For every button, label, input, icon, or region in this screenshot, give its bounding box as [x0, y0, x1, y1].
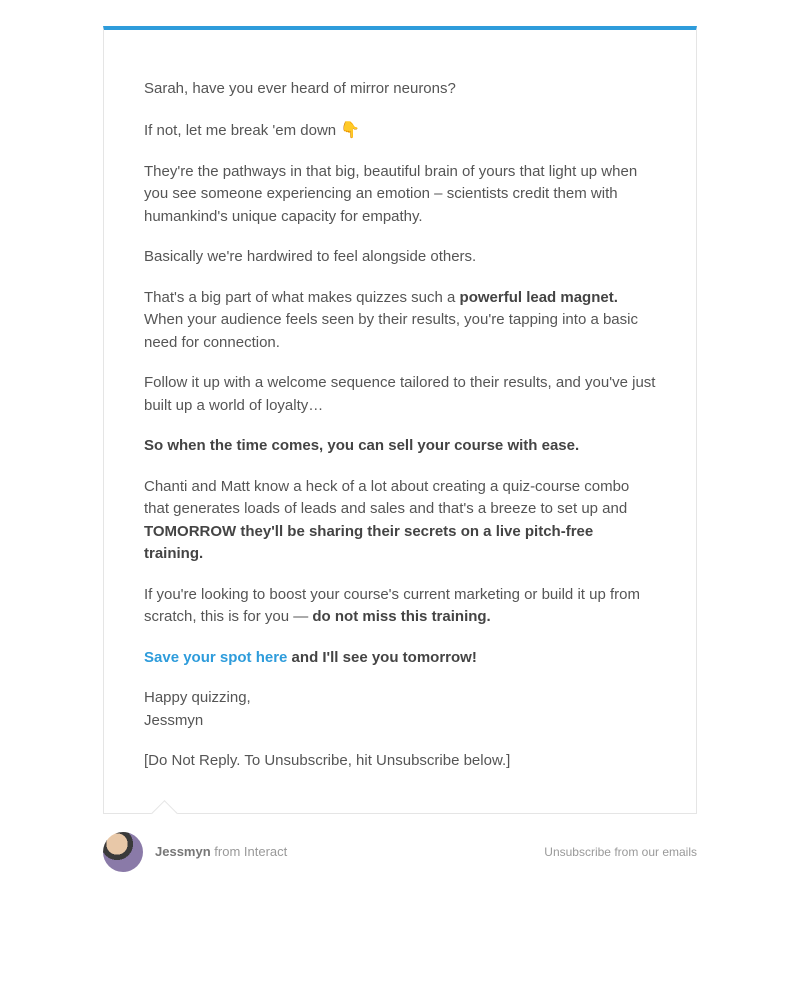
- paragraph: If you're looking to boost your course's…: [144, 584, 656, 629]
- strong-text: do not miss this training.: [312, 608, 490, 625]
- paragraph: Save your spot here and I'll see you tom…: [144, 647, 656, 670]
- strong-text: powerful lead magnet.: [460, 289, 618, 306]
- text: Chanti and Matt know a heck of a lot abo…: [144, 478, 629, 518]
- paragraph: Follow it up with a welcome sequence tai…: [144, 372, 656, 417]
- email-body: Sarah, have you ever heard of mirror neu…: [104, 30, 696, 813]
- strong-text: TOMORROW they'll be sharing their secret…: [144, 523, 593, 563]
- do-not-reply-note: [Do Not Reply. To Unsubscribe, hit Unsub…: [144, 750, 656, 773]
- paragraph: So when the time comes, you can sell you…: [144, 435, 656, 458]
- paragraph: Basically we're hardwired to feel alongs…: [144, 246, 656, 269]
- strong-text: and I'll see you tomorrow!: [287, 649, 476, 666]
- sender-from: from Interact: [211, 844, 288, 859]
- paragraph: Chanti and Matt know a heck of a lot abo…: [144, 476, 656, 566]
- sender-name: Jessmyn: [155, 844, 211, 859]
- save-spot-link[interactable]: Save your spot here: [144, 649, 287, 666]
- text: Happy quizzing,: [144, 689, 251, 706]
- sender-info: Jessmyn from Interact: [103, 832, 287, 872]
- text: When your audience feels seen by their r…: [144, 311, 638, 351]
- text: That's a big part of what makes quizzes …: [144, 289, 460, 306]
- signoff: Happy quizzing, Jessmyn: [144, 687, 656, 732]
- paragraph: Sarah, have you ever heard of mirror neu…: [144, 78, 656, 101]
- signature-name: Jessmyn: [144, 712, 203, 729]
- strong-text: So when the time comes, you can sell you…: [144, 437, 579, 454]
- paragraph: They're the pathways in that big, beauti…: [144, 161, 656, 229]
- unsubscribe-link[interactable]: Unsubscribe from our emails: [544, 843, 697, 861]
- paragraph: That's a big part of what makes quizzes …: [144, 287, 656, 355]
- text: If not, let me break 'em down: [144, 121, 340, 138]
- email-card: Sarah, have you ever heard of mirror neu…: [103, 26, 697, 814]
- paragraph: If not, let me break 'em down 👇: [144, 119, 656, 143]
- sender-line: Jessmyn from Interact: [155, 842, 287, 862]
- pointing-down-icon: 👇: [340, 119, 360, 143]
- email-footer: Jessmyn from Interact Unsubscribe from o…: [103, 814, 697, 894]
- avatar: [103, 832, 143, 872]
